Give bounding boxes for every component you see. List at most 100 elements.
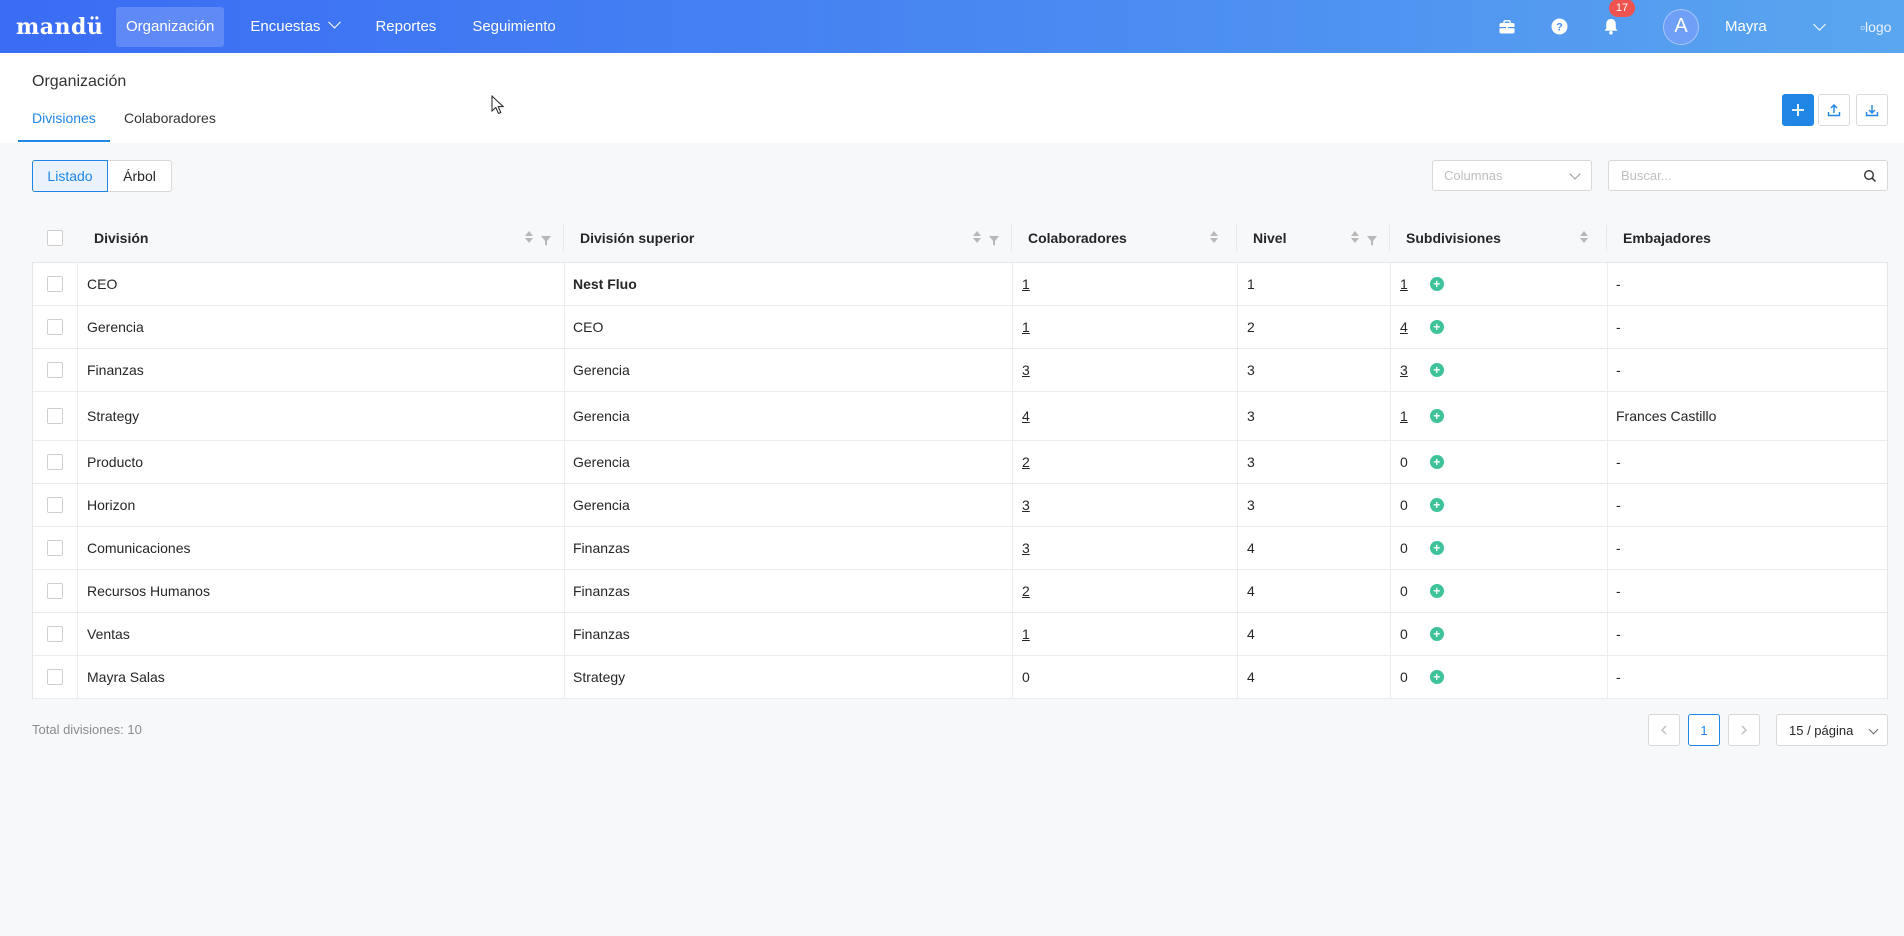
avatar[interactable]: A xyxy=(1663,8,1699,45)
header-division-superior-label: División superior xyxy=(580,230,695,246)
cell-division: Ventas xyxy=(78,613,565,655)
filter-icon[interactable] xyxy=(541,233,551,249)
cell-division: Strategy xyxy=(78,392,565,440)
division-name: Producto xyxy=(87,454,144,470)
row-checkbox[interactable] xyxy=(47,583,63,599)
table-row[interactable]: Producto Gerencia 2 3 0 + - xyxy=(33,441,1887,484)
subdivisiones-count-link: 0 xyxy=(1400,540,1408,556)
row-checkbox[interactable] xyxy=(47,319,63,335)
add-subdivision-icon[interactable]: + xyxy=(1429,455,1444,469)
filter-icon[interactable] xyxy=(989,233,999,249)
upload-button[interactable] xyxy=(1818,94,1850,126)
colaboradores-count-link[interactable]: 4 xyxy=(1022,408,1030,424)
nivel-value: 2 xyxy=(1247,319,1255,335)
add-subdivision-icon[interactable]: + xyxy=(1429,498,1444,512)
table-row[interactable]: Finanzas Gerencia 3 3 3 + - xyxy=(33,349,1887,392)
add-subdivision-icon[interactable]: + xyxy=(1429,409,1444,423)
next-page-button[interactable] xyxy=(1728,714,1760,746)
svg-text:?: ? xyxy=(1556,22,1563,34)
select-all-checkbox[interactable] xyxy=(46,230,63,246)
page-size-select[interactable]: 15 / página xyxy=(1776,714,1888,746)
help-icon[interactable]: ? xyxy=(1549,17,1569,37)
subdivisiones-count-link[interactable]: 3 xyxy=(1400,362,1408,378)
row-checkbox[interactable] xyxy=(47,540,63,556)
search-icon[interactable] xyxy=(1863,169,1877,186)
tab-colaboradores[interactable]: Colaboradores xyxy=(124,110,216,140)
add-subdivision-icon[interactable]: + xyxy=(1429,670,1444,684)
colaboradores-count-link[interactable]: 3 xyxy=(1022,362,1030,378)
user-name[interactable]: Mayra xyxy=(1725,18,1815,35)
table-row[interactable]: Strategy Gerencia 4 3 1 + Frances Castillo xyxy=(33,392,1887,441)
nav-organizacion[interactable]: Organización xyxy=(116,6,225,47)
table-row[interactable]: Mayra Salas Strategy 0 4 0 + - xyxy=(33,656,1887,699)
nav-seguimiento[interactable]: Seguimiento xyxy=(462,7,565,47)
embajadores-value: - xyxy=(1616,497,1621,513)
sort-icon[interactable] xyxy=(1580,231,1588,243)
embajadores-value: - xyxy=(1616,669,1621,685)
sort-icon[interactable] xyxy=(1351,231,1359,243)
colaboradores-count-link[interactable]: 3 xyxy=(1022,540,1030,556)
brand-logo[interactable]: mandü xyxy=(16,14,116,40)
briefcase-icon[interactable] xyxy=(1497,17,1517,37)
row-checkbox[interactable] xyxy=(47,454,63,470)
columns-select[interactable]: Columnas xyxy=(1432,160,1592,191)
colaboradores-count-link[interactable]: 3 xyxy=(1022,497,1030,513)
cell-division-superior: CEO xyxy=(565,306,1013,348)
colaboradores-count-link[interactable]: 1 xyxy=(1022,276,1030,292)
table-row[interactable]: Recursos Humanos Finanzas 2 4 0 + - xyxy=(33,570,1887,613)
add-subdivision-icon[interactable]: + xyxy=(1429,277,1444,291)
prev-page-button[interactable] xyxy=(1648,714,1680,746)
header-subdivisiones[interactable]: Subdivisiones xyxy=(1390,225,1607,251)
add-subdivision-icon[interactable]: + xyxy=(1429,363,1444,377)
add-subdivision-icon[interactable]: + xyxy=(1429,541,1444,555)
subdivisiones-count-link[interactable]: 1 xyxy=(1400,408,1408,424)
colaboradores-count-link[interactable]: 1 xyxy=(1022,319,1030,335)
table-row[interactable]: Comunicaciones Finanzas 3 4 0 + - xyxy=(33,527,1887,570)
header-division-superior[interactable]: División superior xyxy=(564,225,1012,251)
header-division[interactable]: División xyxy=(77,225,564,251)
subdivisiones-count-link[interactable]: 4 xyxy=(1400,319,1408,335)
header-colaboradores[interactable]: Colaboradores xyxy=(1012,225,1237,251)
row-checkbox[interactable] xyxy=(47,362,63,378)
sort-icon[interactable] xyxy=(1210,231,1218,243)
tab-divisiones[interactable]: Divisiones xyxy=(18,110,110,142)
download-button[interactable] xyxy=(1856,94,1888,126)
cell-subdivisiones: 1 + xyxy=(1391,392,1608,440)
add-subdivision-icon[interactable]: + xyxy=(1429,627,1444,641)
cell-nivel: 1 xyxy=(1238,263,1391,305)
bell-icon[interactable]: 17 xyxy=(1601,0,1635,37)
filter-icon[interactable] xyxy=(1367,233,1377,249)
view-listado-button[interactable]: Listado xyxy=(32,160,108,192)
table-row[interactable]: Gerencia CEO 1 2 4 + - xyxy=(33,306,1887,349)
row-checkbox[interactable] xyxy=(47,497,63,513)
header-nivel[interactable]: Nivel xyxy=(1237,225,1390,251)
sort-icon[interactable] xyxy=(973,231,981,243)
add-subdivision-icon[interactable]: + xyxy=(1429,584,1444,598)
page-1-button[interactable]: 1 xyxy=(1688,714,1720,746)
subdivisiones-count-link[interactable]: 1 xyxy=(1400,276,1408,292)
colaboradores-count-link[interactable]: 2 xyxy=(1022,454,1030,470)
table-row[interactable]: Horizon Gerencia 3 3 0 + - xyxy=(33,484,1887,527)
add-division-button[interactable] xyxy=(1782,94,1814,126)
row-checkbox[interactable] xyxy=(47,626,63,642)
colaboradores-count-link[interactable]: 1 xyxy=(1022,626,1030,642)
search-input[interactable]: Buscar... xyxy=(1608,160,1888,191)
division-name: Strategy xyxy=(87,408,140,424)
nav-reportes[interactable]: Reportes xyxy=(365,7,446,47)
chevron-left-icon xyxy=(1661,725,1667,735)
embajadores-value: - xyxy=(1616,362,1621,378)
chevron-down-icon[interactable] xyxy=(1813,17,1826,31)
colaboradores-count-link[interactable]: 2 xyxy=(1022,583,1030,599)
row-checkbox[interactable] xyxy=(47,408,63,424)
sort-icon[interactable] xyxy=(525,231,533,243)
cell-subdivisiones: 0 + xyxy=(1391,527,1608,569)
view-arbol-button[interactable]: Árbol xyxy=(107,160,172,192)
row-checkbox[interactable] xyxy=(47,669,63,685)
table-row[interactable]: Ventas Finanzas 1 4 0 + - xyxy=(33,613,1887,656)
add-subdivision-icon[interactable]: + xyxy=(1429,320,1444,334)
table-row[interactable]: CEO Nest Fluo 1 1 1 + - xyxy=(33,263,1887,306)
nav-encuestas[interactable]: Encuestas xyxy=(240,7,349,47)
cell-subdivisiones: 0 + xyxy=(1391,441,1608,483)
cell-colaboradores: 3 xyxy=(1013,484,1238,526)
row-checkbox[interactable] xyxy=(47,276,63,292)
